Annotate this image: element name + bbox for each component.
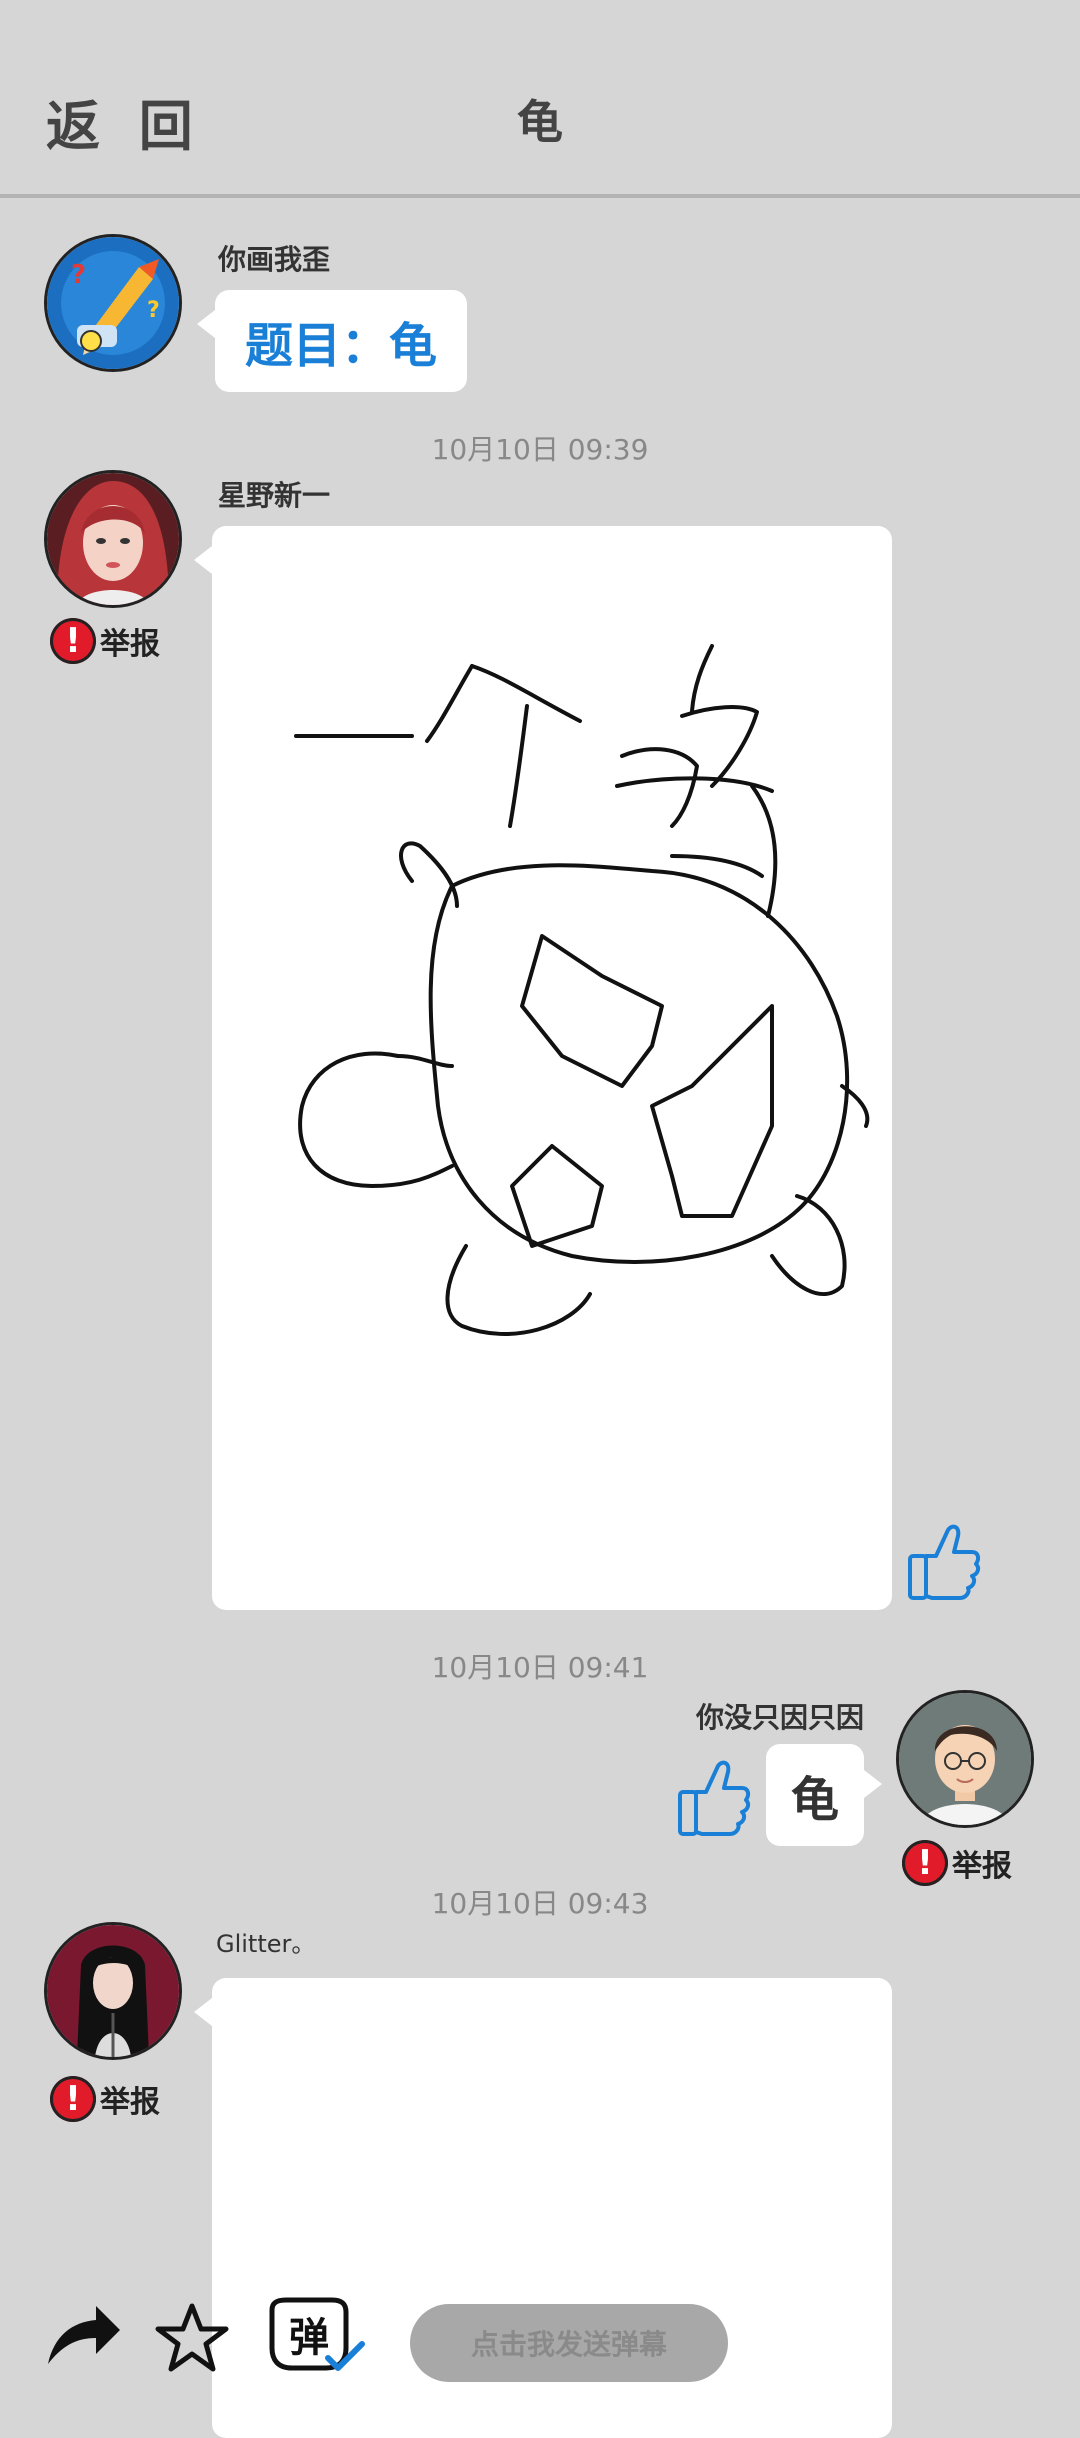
page-title: 龟 xyxy=(517,95,563,149)
avatar-user[interactable] xyxy=(44,470,182,608)
report-button[interactable]: ! 举报 xyxy=(902,1840,1012,1886)
avatar-system[interactable]: ? ? xyxy=(44,234,182,372)
timestamp: 10月10日 09:43 xyxy=(431,1887,649,1920)
drawing-canvas[interactable] xyxy=(194,526,892,1610)
timestamp: 10月10日 09:41 xyxy=(431,1651,649,1684)
like-button[interactable] xyxy=(676,1752,752,1842)
avatar-user[interactable] xyxy=(44,1922,182,2060)
report-button[interactable]: ! 举报 xyxy=(50,2076,160,2122)
thumbs-up-icon xyxy=(908,1524,981,1600)
exclamation-icon: ! xyxy=(50,2076,96,2122)
avatar-self[interactable] xyxy=(896,1690,1034,1828)
danmaku-icon-char: 弹 xyxy=(289,2315,329,2361)
star-icon[interactable] xyxy=(154,2300,230,2380)
report-button[interactable]: ! 举报 xyxy=(50,618,160,664)
exclamation-icon: ! xyxy=(50,618,96,664)
topic-bubble: 题目：龟 xyxy=(197,290,467,392)
svg-text:?: ? xyxy=(71,260,86,290)
like-button[interactable] xyxy=(906,1516,982,1606)
report-label: 举报 xyxy=(952,1849,1012,1884)
report-label: 举报 xyxy=(100,627,160,662)
share-arrow-icon[interactable] xyxy=(44,2300,124,2376)
turtle-drawing xyxy=(294,644,870,1336)
username-label: 星野新一 xyxy=(218,479,331,512)
exclamation-icon: ! xyxy=(902,1840,948,1886)
username-label: 你画我歪 xyxy=(218,243,331,276)
svg-text:?: ? xyxy=(147,298,160,323)
report-label: 举报 xyxy=(100,2085,160,2120)
username-label: Glitter。 xyxy=(216,1930,316,1958)
danmaku-icon[interactable]: 弹 xyxy=(262,2296,366,2384)
guess-bubble: 龟 xyxy=(766,1744,882,1846)
thumbs-up-icon xyxy=(678,1760,751,1836)
danmaku-input[interactable]: 点击我发送弹幕 xyxy=(410,2304,728,2382)
timestamp: 10月10日 09:39 xyxy=(431,433,649,466)
username-label: 你没只因只因 xyxy=(695,1701,864,1734)
